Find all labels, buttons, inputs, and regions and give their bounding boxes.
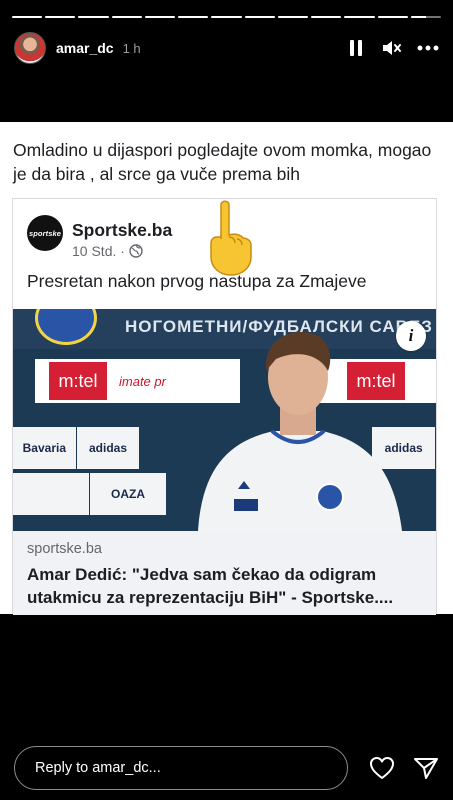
pause-icon[interactable] (345, 37, 367, 59)
heart-icon[interactable] (369, 756, 395, 780)
progress-segment (211, 16, 242, 18)
story-footer: Reply to amar_dc... (14, 745, 439, 791)
avatar[interactable] (14, 32, 46, 64)
progress-segment (377, 16, 408, 18)
reply-input[interactable]: Reply to amar_dc... (14, 746, 348, 790)
page-name: Sportske.ba (72, 220, 173, 240)
link-domain: sportske.ba (27, 541, 102, 557)
sponsor-mtel: m:tel (49, 362, 107, 400)
progress-segment (244, 16, 275, 18)
facebook-post-card: sportske Sportske.ba 10 Std. · Presretan… (12, 198, 437, 615)
player-figure (198, 332, 402, 531)
link-preview[interactable]: sportske.ba Amar Dedić: "Jedva sam čekao… (13, 531, 436, 615)
info-icon[interactable]: i (396, 321, 426, 351)
post-time: 1 h (122, 40, 141, 56)
post-caption: Omladino u dijaspori pogledajte ovom mom… (13, 140, 432, 184)
username[interactable]: amar_dc (56, 40, 114, 56)
post-meta: 10 Std. · (72, 243, 172, 259)
shared-post[interactable]: Omladino u dijaspori pogledajte ovom mom… (0, 122, 453, 615)
story-header: amar_dc 1 h (14, 30, 439, 66)
progress-segment (277, 16, 309, 18)
pointing-up-emoji-icon (210, 200, 252, 276)
sponsor-insurance (13, 473, 89, 515)
football-association-logo (35, 309, 97, 345)
post-text: Presretan nakon prvog nastupa za Zmajeve (27, 271, 367, 291)
post-meta-text: 10 Std. · (72, 243, 125, 259)
progress-segment (344, 16, 375, 18)
post-photo[interactable]: НОГОМЕТНИ/ФУДБАЛСКИ САВЕЗ FOOTBALL ASSOC… (13, 309, 436, 531)
sponsor-adidas: adidas (76, 427, 140, 469)
mute-icon[interactable] (381, 37, 403, 59)
link-title: Amar Dedić: "Jedva sam čekao da odigram … (27, 565, 394, 607)
sponsor-bavaria: Bavaria (13, 427, 76, 469)
progress-segment (410, 16, 442, 18)
progress-segment (178, 16, 209, 18)
sponsor-slogan: imate pr (119, 373, 166, 389)
send-icon[interactable] (413, 756, 439, 780)
story-progress (12, 16, 442, 18)
more-icon[interactable] (417, 37, 439, 59)
footer-actions (369, 756, 439, 780)
progress-segment (144, 16, 176, 18)
progress-segment (111, 16, 142, 18)
progress-segment (78, 16, 109, 18)
card-header: sportske Sportske.ba 10 Std. · (27, 215, 172, 259)
globe-icon (129, 244, 143, 258)
sponsor-oaza: OAZA (90, 473, 166, 515)
page-logo: sportske (27, 215, 63, 251)
progress-segment (45, 16, 76, 18)
reply-placeholder: Reply to amar_dc... (35, 760, 161, 776)
progress-segment (311, 16, 342, 18)
progress-segment (12, 16, 43, 18)
header-controls (345, 37, 439, 59)
